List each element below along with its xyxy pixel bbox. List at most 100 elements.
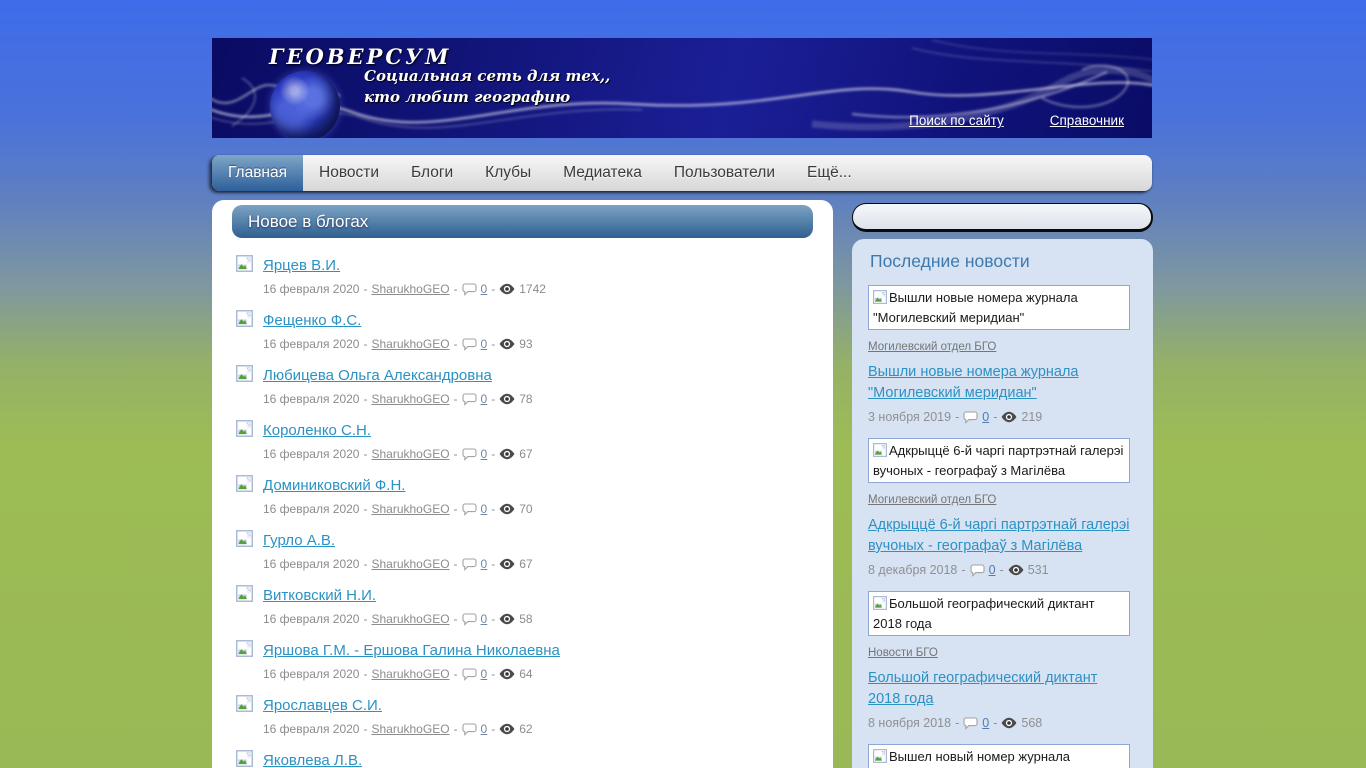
meta-date: 16 февраля 2020 [263,667,360,681]
author-link[interactable]: SharukhoGEO [371,722,449,736]
author-link[interactable]: SharukhoGEO [371,447,449,461]
blog-entry-title-link[interactable]: Яршова Г.М. - Ершова Галина Николаевна [263,642,560,659]
meta-date: 16 февраля 2020 [263,282,360,296]
meta-date: 16 февраля 2020 [263,557,360,571]
news-category-link[interactable]: Могилевский отдел БГО [868,494,996,506]
sidebar: Последние новости Вышли новые номера жур… [852,200,1153,768]
blog-entry-title-link[interactable]: Ярославцев С.И. [263,697,382,714]
nav-item-клубы[interactable]: Клубы [469,155,547,191]
nav-item-label: Клубы [485,164,532,181]
meta-separator: - [453,722,458,736]
blog-entry-title-link[interactable]: Любицева Ольга Александровна [263,367,492,384]
news-title-link[interactable]: Адкрыццё 6-й чаргі партрэтнай галерэі ву… [868,515,1133,557]
author-link[interactable]: SharukhoGEO [371,667,449,681]
meta-separator: - [491,722,496,736]
author-link[interactable]: SharukhoGEO [371,282,449,296]
meta-date: 16 февраля 2020 [263,722,360,736]
site-tagline-line1: Социальная сеть для тех,, [364,67,611,85]
comments-icon [461,337,477,351]
news-category-link[interactable]: Могилевский отдел БГО [868,341,996,353]
meta-separator: - [993,410,998,424]
blog-entry-title-link[interactable]: Фещенко Ф.С. [263,312,361,329]
meta-separator: - [999,563,1004,577]
news-thumbnail[interactable]: Большой географический диктант 2018 года [868,591,1130,636]
comments-count-link[interactable]: 0 [982,410,989,424]
news-thumbnail[interactable]: Вышли новые номера журнала "Могилевский … [868,285,1130,330]
comments-count-link[interactable]: 0 [481,612,488,626]
views-count: 219 [1021,410,1043,424]
reference-link[interactable]: Справочник [1050,113,1124,128]
broken-image-icon [236,529,253,552]
views-icon [499,668,515,680]
nav-item-медиатека[interactable]: Медиатека [547,155,658,191]
comments-count-link[interactable]: 0 [982,716,989,730]
meta-separator: - [955,410,960,424]
sidebar-widget-bar[interactable] [852,203,1153,232]
blog-entry: Витковский Н.И. 16 февраля 2020 - Sharukho… [236,584,813,627]
news-category-link[interactable]: Новости БГО [868,647,938,659]
blog-entry: Доминиковский Ф.Н. 16 февраля 2020- Sharu… [236,474,813,517]
views-icon [499,558,515,570]
views-count: 568 [1021,716,1043,730]
comments-count-link[interactable]: 0 [481,722,488,736]
comments-count-link[interactable]: 0 [481,502,488,516]
comments-count-link[interactable]: 0 [481,667,488,681]
meta-line: 16 февраля 2020- SharukhoGEO - 0- 93 [263,336,813,352]
nav-item-пользователи[interactable]: Пользователи [658,155,791,191]
site-search-link[interactable]: Поиск по сайту [909,113,1004,128]
author-link[interactable]: SharukhoGEO [371,557,449,571]
meta-date: 16 февраля 2020 [263,612,360,626]
nav-item-блоги[interactable]: Блоги [395,155,469,191]
meta-separator: - [363,667,368,681]
comments-count-link[interactable]: 0 [481,447,488,461]
comments-count-link[interactable]: 0 [481,392,488,406]
nav-item-ещё[interactable]: Ещё... [791,155,868,191]
comments-count-link[interactable]: 0 [481,282,488,296]
blog-entry-title-row: Доминиковский Ф.Н. [236,474,813,497]
comments-count-link[interactable]: 0 [481,557,488,571]
blog-entry: Ярцев В.И. 16 февраля 2020- SharukhoGEO - … [236,254,813,297]
blog-entry-title-row: Яршова Г.М. - Ершова Галина Николаевна [236,639,813,661]
comments-icon [461,612,477,626]
blog-entry-title-link[interactable]: Ярцев В.И. [263,257,340,274]
nav-item-новости[interactable]: Новости [303,155,395,191]
views-count: 1742 [519,282,546,296]
meta-line: 16 февраля 2020- SharukhoGEO - 0- 1742 [263,281,813,297]
views-count: 70 [519,502,533,516]
blog-entry-title-link[interactable]: Витковский Н.И. [263,587,376,604]
meta-separator: - [363,557,368,571]
blog-entry-title-row: Ярославцев С.И. [236,694,813,716]
site-tagline-line2: кто любит географию [364,88,571,106]
meta-line: 16 февраля 2020- SharukhoGEO - 0- 67 [263,556,813,572]
broken-image-icon [236,474,253,497]
author-link[interactable]: SharukhoGEO [371,392,449,406]
author-link[interactable]: SharukhoGEO [371,337,449,351]
news-thumbnail[interactable]: Адкрыццё 6-й чаргі партрэтнай галерэі ву… [868,438,1130,483]
blog-entry-title-link[interactable]: Доминиковский Ф.Н. [263,477,405,494]
meta-separator: - [491,282,496,296]
comments-icon [461,502,477,516]
meta-separator: - [491,337,496,351]
meta-line: 16 февраля 2020- SharukhoGEO - 0- 62 [263,721,813,737]
author-link[interactable]: SharukhoGEO [371,612,449,626]
comments-count-link[interactable]: 0 [989,563,996,577]
nav-item-главная[interactable]: Главная [212,155,303,191]
news-title-link[interactable]: Большой географический диктант 2018 года [868,668,1133,710]
meta-separator: - [491,502,496,516]
banner-links: Поиск по сайту Справочник [909,113,1124,128]
blog-entry-title-row: Ярцев В.И. [236,254,813,276]
news-thumbnail-alt-text: Большой географический диктант 2018 года [873,596,1095,631]
meta-separator: - [363,337,368,351]
blog-entry-title-link[interactable]: Яковлева Л.В. [263,752,362,768]
comments-icon [963,716,978,730]
author-link[interactable]: SharukhoGEO [371,502,449,516]
views-icon [1001,411,1017,423]
news-title-link[interactable]: Вышли новые номера журнала "Могилевский … [868,362,1133,404]
meta-separator: - [993,716,998,730]
comments-count-link[interactable]: 0 [481,337,488,351]
meta-separator: - [491,557,496,571]
news-thumbnail[interactable]: Вышел новый номер журнала "Могилевский м… [868,744,1130,768]
blog-entry-title-link[interactable]: Короленко С.Н. [263,422,371,439]
meta-separator: - [491,612,496,626]
blog-entry-title-link[interactable]: Гурло А.В. [263,532,335,549]
